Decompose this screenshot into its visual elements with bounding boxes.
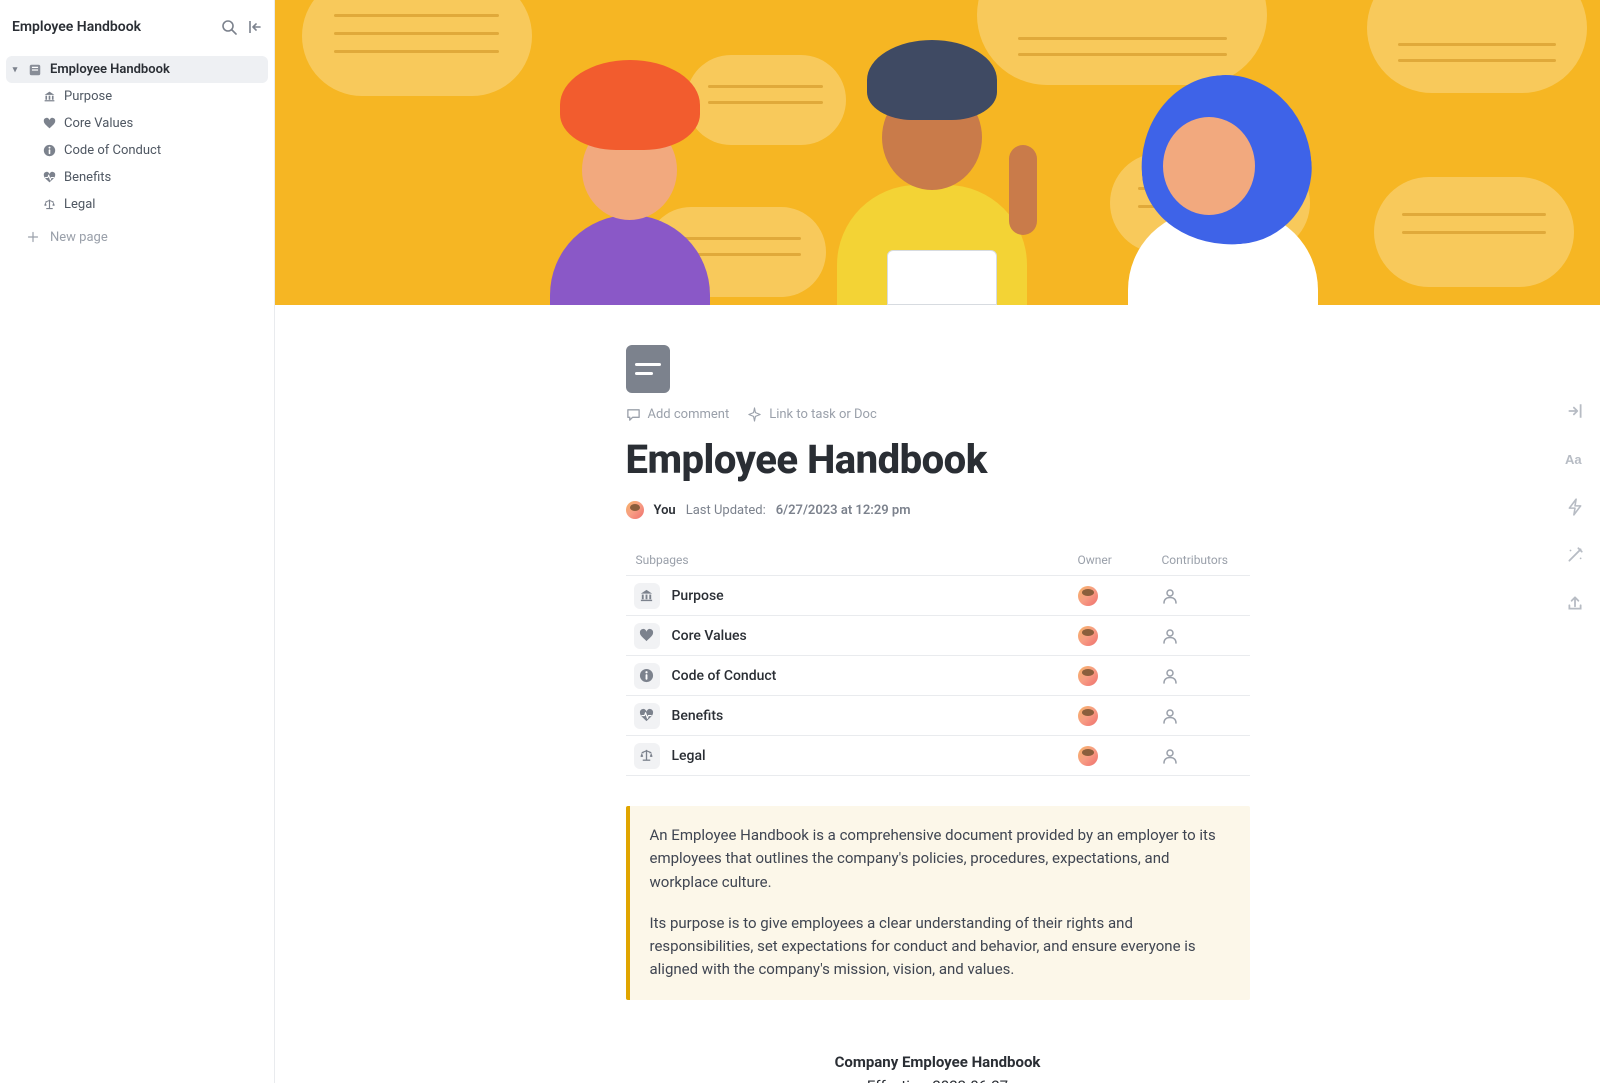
subpage-row[interactable]: Core Values — [626, 616, 1250, 656]
owner-avatar[interactable] — [1078, 666, 1098, 686]
heartbeat-icon — [634, 703, 660, 729]
link-task-label: Link to task or Doc — [769, 407, 877, 422]
sidebar-item-label: Purpose — [64, 89, 112, 104]
footer-meta: Company Employee Handbook Effective: 202… — [626, 1050, 1250, 1083]
heart-icon — [42, 117, 56, 131]
hero-banner — [275, 0, 1600, 305]
subpages-table: Subpages Owner Contributors Purpose Core … — [626, 553, 1250, 776]
contributor-placeholder-icon[interactable] — [1162, 748, 1178, 764]
last-updated-label: Last Updated: — [686, 503, 766, 518]
subpage-title: Core Values — [672, 628, 747, 644]
typography-icon[interactable] — [1564, 448, 1586, 470]
search-icon[interactable] — [220, 18, 238, 36]
sidebar-item-label: Code of Conduct — [64, 143, 161, 158]
ai-bolt-icon[interactable] — [1564, 496, 1586, 518]
subpage-title: Legal — [672, 748, 706, 764]
subpage-title: Benefits — [672, 708, 724, 724]
scale-icon — [634, 743, 660, 769]
sidebar: Employee Handbook ▾ Employee Handbook Pu… — [0, 0, 275, 1083]
subpage-row[interactable]: Legal — [626, 736, 1250, 776]
new-page-label: New page — [50, 230, 108, 245]
sidebar-item-core-values[interactable]: Core Values — [38, 110, 268, 137]
add-comment-label: Add comment — [648, 407, 730, 422]
contributor-placeholder-icon[interactable] — [1162, 708, 1178, 724]
info-icon — [634, 663, 660, 689]
collapse-sidebar-icon[interactable] — [246, 18, 264, 36]
subpage-row[interactable]: Purpose — [626, 576, 1250, 616]
link-task-button[interactable]: Link to task or Doc — [747, 407, 877, 422]
owner-avatar[interactable] — [1078, 586, 1098, 606]
sidebar-item-label: Benefits — [64, 170, 111, 185]
sidebar-root-label: Employee Handbook — [50, 62, 170, 77]
contributor-placeholder-icon[interactable] — [1162, 588, 1178, 604]
contributor-placeholder-icon[interactable] — [1162, 668, 1178, 684]
doc-page-icon[interactable] — [626, 345, 670, 393]
page-title[interactable]: Employee Handbook — [626, 436, 1250, 483]
callout-paragraph: Its purpose is to give employees a clear… — [650, 912, 1230, 982]
chevron-down-icon[interactable]: ▾ — [10, 65, 20, 75]
sidebar-item-code-of-conduct[interactable]: Code of Conduct — [38, 137, 268, 164]
callout-paragraph: An Employee Handbook is a comprehensive … — [650, 824, 1230, 894]
scale-icon — [42, 198, 56, 212]
heart-icon — [634, 623, 660, 649]
sidebar-item-purpose[interactable]: Purpose — [38, 83, 268, 110]
author-avatar[interactable] — [626, 501, 644, 519]
comment-icon — [626, 407, 641, 422]
sidebar-root-employee-handbook[interactable]: ▾ Employee Handbook — [6, 56, 268, 83]
sidebar-title: Employee Handbook — [12, 19, 141, 35]
sidebar-item-benefits[interactable]: Benefits — [38, 164, 268, 191]
book-icon — [28, 63, 42, 77]
col-subpages: Subpages — [636, 553, 1078, 567]
col-owner: Owner — [1078, 553, 1162, 567]
new-page-button[interactable]: New page — [6, 222, 268, 252]
sidebar-item-legal[interactable]: Legal — [38, 191, 268, 218]
expand-icon[interactable] — [1564, 400, 1586, 422]
plus-icon — [26, 230, 40, 244]
spark-icon — [747, 407, 762, 422]
callout-block: An Employee Handbook is a comprehensive … — [626, 806, 1250, 1000]
owner-avatar[interactable] — [1078, 746, 1098, 766]
info-icon — [42, 144, 56, 158]
bank-icon — [634, 583, 660, 609]
share-icon[interactable] — [1564, 592, 1586, 614]
subpage-row[interactable]: Code of Conduct — [626, 656, 1250, 696]
last-updated-value: 6/27/2023 at 12:29 pm — [776, 503, 911, 518]
contributor-placeholder-icon[interactable] — [1162, 628, 1178, 644]
footer-title: Company Employee Handbook — [626, 1050, 1250, 1074]
heartbeat-icon — [42, 171, 56, 185]
sidebar-item-label: Legal — [64, 197, 95, 212]
owner-avatar[interactable] — [1078, 706, 1098, 726]
right-rail — [1564, 400, 1586, 614]
add-comment-button[interactable]: Add comment — [626, 407, 730, 422]
subpage-row[interactable]: Benefits — [626, 696, 1250, 736]
wand-icon[interactable] — [1564, 544, 1586, 566]
subpage-title: Code of Conduct — [672, 668, 777, 684]
owner-avatar[interactable] — [1078, 626, 1098, 646]
main-content: Add comment Link to task or Doc Employee… — [275, 0, 1600, 1083]
bank-icon — [42, 90, 56, 104]
footer-effective: Effective: 2023-06-27 — [626, 1074, 1250, 1083]
author-name: You — [654, 503, 676, 518]
col-contributors: Contributors — [1162, 553, 1246, 567]
subpage-title: Purpose — [672, 588, 724, 604]
sidebar-item-label: Core Values — [64, 116, 133, 131]
